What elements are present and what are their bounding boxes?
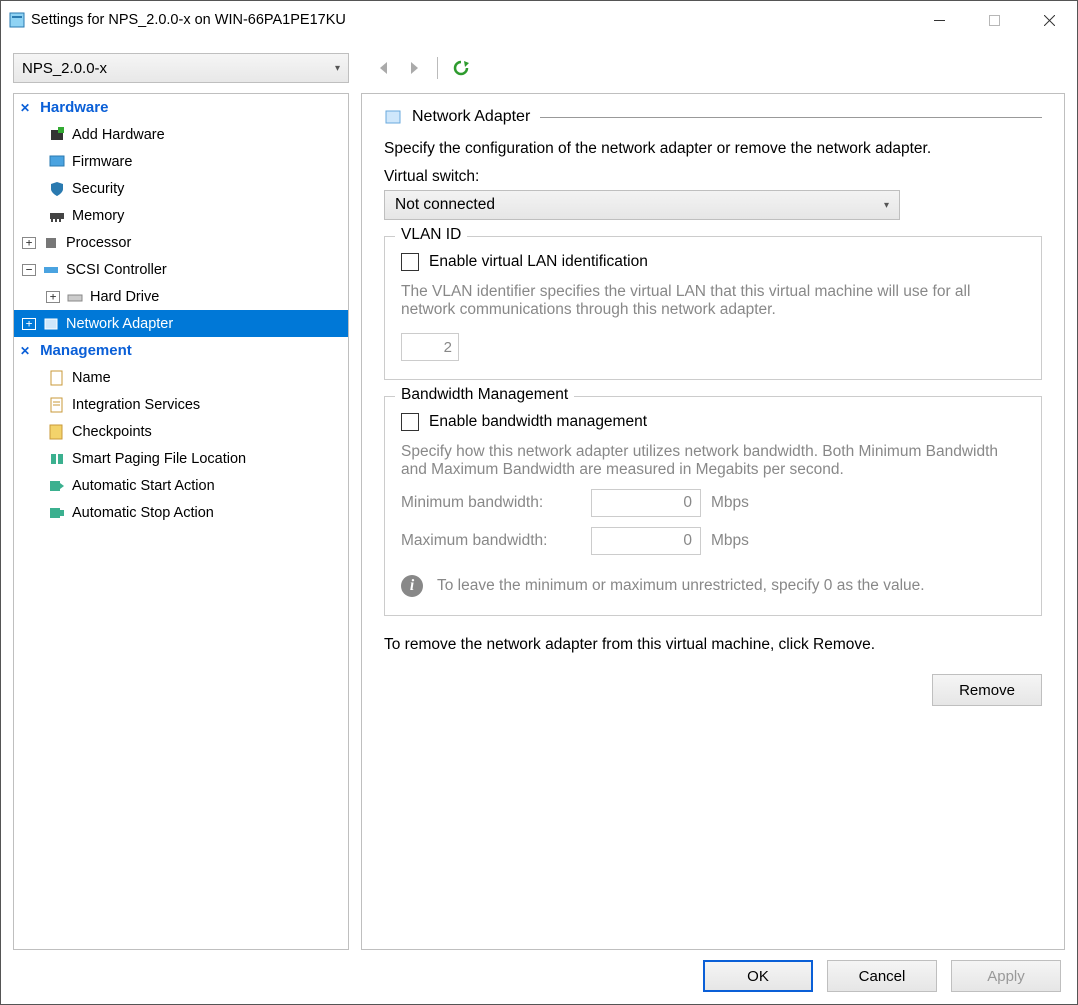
shield-icon — [48, 180, 66, 198]
tree-item-processor[interactable]: + Processor — [14, 229, 348, 256]
bandwidth-enable-checkbox[interactable] — [401, 413, 419, 431]
tree-header-label: Management — [40, 342, 132, 359]
tree-item-label: Automatic Stop Action — [72, 505, 214, 521]
chevron-down-icon: ▾ — [335, 63, 340, 74]
close-button[interactable] — [1022, 1, 1077, 39]
expand-icon[interactable]: + — [22, 318, 36, 330]
tree-item-label: Automatic Start Action — [72, 478, 215, 494]
add-hardware-icon — [48, 126, 66, 144]
ok-button[interactable]: OK — [703, 960, 813, 992]
tree-item-checkpoints[interactable]: Checkpoints — [14, 418, 348, 445]
tree-item-label: Add Hardware — [72, 127, 165, 143]
tree-header-management[interactable]: ✕ Management — [14, 337, 348, 364]
bandwidth-description: Specify how this network adapter utilize… — [401, 443, 1025, 479]
chevron-down-icon: ▾ — [884, 200, 889, 211]
min-bandwidth-label: Minimum bandwidth: — [401, 494, 581, 512]
tree-item-name[interactable]: Name — [14, 364, 348, 391]
tree-item-label: SCSI Controller — [66, 262, 167, 278]
disk-icon — [66, 288, 84, 306]
network-adapter-icon — [384, 108, 402, 126]
tree-header-label: Hardware — [40, 99, 108, 116]
detail-panel: Network Adapter Specify the configuratio… — [361, 93, 1065, 950]
collapse-icon[interactable]: − — [22, 264, 36, 276]
cancel-button[interactable]: Cancel — [827, 960, 937, 992]
tree-item-smart-paging[interactable]: Smart Paging File Location — [14, 445, 348, 472]
bandwidth-legend: Bandwidth Management — [395, 386, 574, 404]
window-icon — [9, 12, 25, 28]
tree-item-label: Security — [72, 181, 124, 197]
heading-rule — [540, 117, 1042, 118]
info-icon: i — [401, 575, 423, 597]
tree-item-label: Hard Drive — [90, 289, 159, 305]
bandwidth-unit: Mbps — [711, 532, 749, 550]
tree-item-integration-services[interactable]: Integration Services — [14, 391, 348, 418]
tree-item-label: Name — [72, 370, 111, 386]
min-bandwidth-input[interactable]: 0 — [591, 489, 701, 517]
tree-item-network-adapter[interactable]: + Network Adapter — [14, 310, 348, 337]
tree-item-hard-drive[interactable]: + Hard Drive — [14, 283, 348, 310]
bandwidth-checkbox-label: Enable bandwidth management — [429, 413, 647, 431]
list-icon — [48, 396, 66, 414]
remove-description: To remove the network adapter from this … — [384, 636, 1042, 654]
max-bandwidth-label: Maximum bandwidth: — [401, 532, 581, 550]
apply-button[interactable]: Apply — [951, 960, 1061, 992]
document-icon — [48, 369, 66, 387]
tree-item-label: Processor — [66, 235, 131, 251]
panel-description: Specify the configuration of the network… — [384, 140, 1042, 158]
vlan-group: VLAN ID Enable virtual LAN identificatio… — [384, 236, 1042, 380]
toolbar-divider — [437, 57, 438, 79]
tree-item-label: Memory — [72, 208, 124, 224]
tree-item-label: Network Adapter — [66, 316, 173, 332]
tree-item-label: Smart Paging File Location — [72, 451, 246, 467]
bandwidth-group: Bandwidth Management Enable bandwidth ma… — [384, 396, 1042, 616]
tree-item-security[interactable]: Security — [14, 175, 348, 202]
monitor-icon — [48, 153, 66, 171]
vswitch-label: Virtual switch: — [384, 168, 1042, 186]
tree-item-label: Firmware — [72, 154, 132, 170]
bandwidth-unit: Mbps — [711, 494, 749, 512]
expand-icon[interactable]: + — [46, 291, 60, 303]
virtual-switch-value: Not connected — [395, 196, 495, 214]
panel-heading: Network Adapter — [412, 108, 530, 126]
expand-icon[interactable]: + — [22, 237, 36, 249]
tree-item-memory[interactable]: Memory — [14, 202, 348, 229]
title-bar: Settings for NPS_2.0.0-x on WIN-66PA1PE1… — [1, 1, 1077, 39]
controller-icon — [42, 261, 60, 279]
nav-forward-button[interactable] — [401, 55, 427, 81]
tree-item-add-hardware[interactable]: Add Hardware — [14, 121, 348, 148]
tree-item-scsi-controller[interactable]: − SCSI Controller — [14, 256, 348, 283]
tree-header-hardware[interactable]: ✕ Hardware — [14, 94, 348, 121]
chevron-up-icon: ✕ — [20, 344, 30, 358]
vlan-enable-checkbox[interactable] — [401, 253, 419, 271]
virtual-switch-dropdown[interactable]: Not connected ▾ — [384, 190, 900, 220]
stop-icon — [48, 504, 66, 522]
chevron-up-icon: ✕ — [20, 101, 30, 115]
network-adapter-icon — [42, 315, 60, 333]
tree-item-auto-start[interactable]: Automatic Start Action — [14, 472, 348, 499]
vlan-checkbox-label: Enable virtual LAN identification — [429, 253, 648, 271]
vlan-id-input[interactable]: 2 — [401, 333, 459, 361]
checkpoint-icon — [48, 423, 66, 441]
tree-item-auto-stop[interactable]: Automatic Stop Action — [14, 499, 348, 526]
minimize-button[interactable] — [912, 1, 967, 39]
cpu-icon — [42, 234, 60, 252]
settings-tree[interactable]: ✕ Hardware Add Hardware Firmware Securi — [13, 93, 349, 950]
memory-icon — [48, 207, 66, 225]
vlan-description: The VLAN identifier specifies the virtua… — [401, 283, 1025, 319]
vlan-legend: VLAN ID — [395, 226, 467, 244]
tree-item-firmware[interactable]: Firmware — [14, 148, 348, 175]
window-title: Settings for NPS_2.0.0-x on WIN-66PA1PE1… — [31, 12, 346, 28]
tree-item-label: Integration Services — [72, 397, 200, 413]
max-bandwidth-input[interactable]: 0 — [591, 527, 701, 555]
paging-icon — [48, 450, 66, 468]
tree-item-label: Checkpoints — [72, 424, 152, 440]
nav-back-button[interactable] — [371, 55, 397, 81]
play-icon — [48, 477, 66, 495]
maximize-button[interactable] — [967, 1, 1022, 39]
refresh-button[interactable] — [448, 55, 474, 81]
bandwidth-info-text: To leave the minimum or maximum unrestri… — [437, 577, 925, 595]
remove-button[interactable]: Remove — [932, 674, 1042, 706]
vm-selector-value: NPS_2.0.0-x — [22, 60, 107, 77]
vm-selector-dropdown[interactable]: NPS_2.0.0-x ▾ — [13, 53, 349, 83]
